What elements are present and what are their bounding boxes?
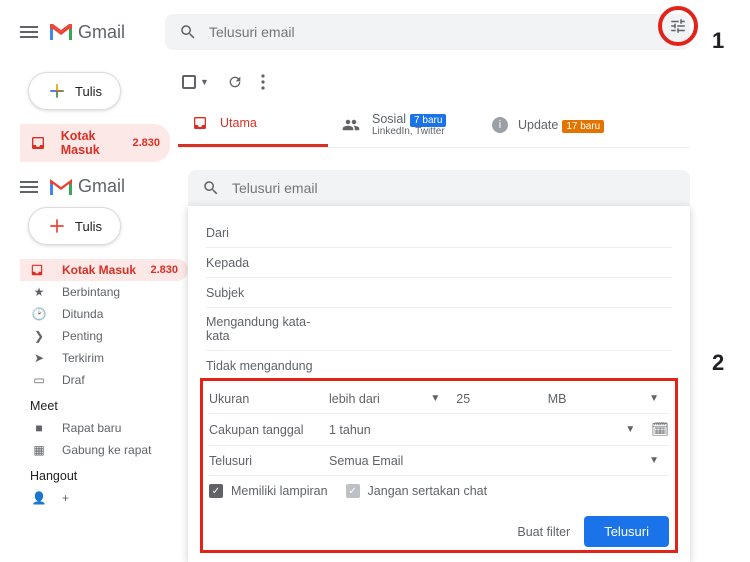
- chevron-down-icon[interactable]: ▼: [649, 393, 659, 404]
- calendar-icon[interactable]: 🗓: [651, 421, 669, 438]
- search-icon: [179, 23, 197, 41]
- hamburger-icon[interactable]: [20, 178, 38, 196]
- keyboard-icon: ▦: [30, 443, 48, 457]
- send-icon: ➤: [30, 351, 48, 365]
- tab-social-sub: LinkedIn, Twitter: [372, 126, 446, 137]
- sidebar-item-important[interactable]: ❯Penting: [20, 325, 188, 347]
- tab-social-label: Sosial: [372, 112, 406, 126]
- sidebar-item-drafts[interactable]: ▭Draf: [20, 369, 188, 391]
- inbox-label: Kotak Masuk: [61, 129, 133, 157]
- select-all-checkbox[interactable]: [182, 75, 196, 89]
- meet-join[interactable]: ▦Gabung ke rapat: [20, 439, 188, 461]
- has-attachment-checkbox[interactable]: ✓: [209, 484, 223, 498]
- chevron-down-icon[interactable]: ▼: [649, 455, 659, 466]
- filter-haswords-label: Mengandung kata-kata: [206, 315, 326, 343]
- chevron-down-icon[interactable]: ▼: [200, 77, 209, 87]
- gmail-text: Gmail: [78, 22, 125, 43]
- callout-box-2: Ukuran lebih dari ▼ 25 MB ▼ Cakupan tangga…: [200, 378, 678, 553]
- search-bar[interactable]: [188, 170, 690, 206]
- date-range-select[interactable]: 1 tahun: [329, 423, 609, 437]
- size-op-select[interactable]: lebih dari: [329, 392, 414, 406]
- tab-updates-label: Update: [518, 118, 558, 132]
- sidebar-item-inbox[interactable]: Kotak Masuk 2.830: [20, 124, 170, 162]
- filter-nothas-label: Tidak mengandung: [206, 359, 326, 373]
- tab-updates[interactable]: i Update 17 baru: [478, 102, 628, 147]
- tab-social[interactable]: Sosial7 baru LinkedIn, Twitter: [328, 102, 478, 147]
- search-bar[interactable]: [165, 14, 690, 50]
- compose-button[interactable]: Tulis: [28, 207, 121, 245]
- hangout-add[interactable]: 👤+: [20, 487, 188, 509]
- filter-date-label: Cakupan tanggal: [209, 423, 329, 437]
- filter-size-label: Ukuran: [209, 392, 329, 406]
- inbox-icon: [30, 135, 47, 151]
- plus-icon: [47, 81, 67, 101]
- tab-primary[interactable]: Utama: [178, 102, 328, 147]
- inbox-count: 2.830: [132, 137, 160, 149]
- hamburger-icon[interactable]: [20, 23, 38, 41]
- create-filter-button[interactable]: Buat filter: [517, 525, 570, 539]
- sidebar-item-inbox[interactable]: Kotak Masuk 2.830: [20, 259, 188, 281]
- tab-primary-label: Utama: [220, 116, 257, 130]
- person-icon: 👤: [30, 491, 48, 505]
- people-icon: [342, 116, 360, 134]
- size-value-input[interactable]: 25: [456, 392, 541, 406]
- plus-icon: [47, 216, 67, 236]
- compose-label: Tulis: [75, 219, 102, 234]
- gmail-logo: Gmail: [48, 176, 125, 197]
- no-chat-label: Jangan sertakan chat: [368, 484, 488, 498]
- filter-from-label: Dari: [206, 226, 326, 240]
- sidebar-item-starred[interactable]: ★Berbintang: [20, 281, 188, 303]
- chevron-down-icon[interactable]: ▼: [430, 393, 440, 404]
- toolbar: ▼: [178, 68, 690, 102]
- gmail-logo: Gmail: [48, 22, 125, 43]
- star-icon: ★: [30, 285, 48, 299]
- camera-icon: ■: [30, 421, 48, 435]
- compose-label: Tulis: [75, 84, 102, 99]
- gmail-m-icon: [48, 22, 74, 42]
- size-unit-select[interactable]: MB: [548, 392, 633, 406]
- filter-searchin-label: Telusuri: [209, 454, 329, 468]
- searchin-select[interactable]: Semua Email: [329, 454, 633, 468]
- filter-to-label: Kepada: [206, 256, 326, 270]
- refresh-icon[interactable]: [227, 74, 243, 90]
- file-icon: ▭: [30, 373, 48, 387]
- more-icon[interactable]: [261, 74, 265, 90]
- clock-icon: 🕑: [30, 307, 48, 321]
- search-icon: [202, 179, 220, 197]
- important-icon: ❯: [30, 329, 48, 343]
- advanced-search-panel: Dari Kepada Subjek Mengandung kata-kata …: [188, 206, 690, 562]
- has-attachment-label: Memiliki lampiran: [231, 484, 328, 498]
- search-button[interactable]: Telusuri: [584, 516, 669, 547]
- inbox-icon: [30, 263, 48, 277]
- callout-1: 1: [712, 28, 724, 54]
- info-icon: i: [492, 117, 508, 133]
- hangout-section: Hangout: [20, 461, 188, 487]
- gmail-m-icon: [48, 177, 74, 197]
- compose-button[interactable]: Tulis: [28, 72, 121, 110]
- sidebar-item-sent[interactable]: ➤Terkirim: [20, 347, 188, 369]
- updates-badge: 17 baru: [562, 120, 604, 133]
- filter-subject-label: Subjek: [206, 286, 326, 300]
- callout-circle-1: [658, 6, 698, 46]
- no-chat-checkbox[interactable]: ✓: [346, 484, 360, 498]
- tune-icon[interactable]: [669, 17, 687, 35]
- meet-section: Meet: [20, 391, 188, 417]
- gmail-text: Gmail: [78, 176, 125, 197]
- meet-new[interactable]: ■Rapat baru: [20, 417, 188, 439]
- sidebar-item-snoozed[interactable]: 🕑Ditunda: [20, 303, 188, 325]
- search-input[interactable]: [232, 180, 676, 196]
- callout-2: 2: [712, 350, 724, 376]
- search-input[interactable]: [209, 24, 676, 40]
- inbox-icon: [192, 115, 208, 131]
- chevron-down-icon[interactable]: ▼: [625, 424, 635, 435]
